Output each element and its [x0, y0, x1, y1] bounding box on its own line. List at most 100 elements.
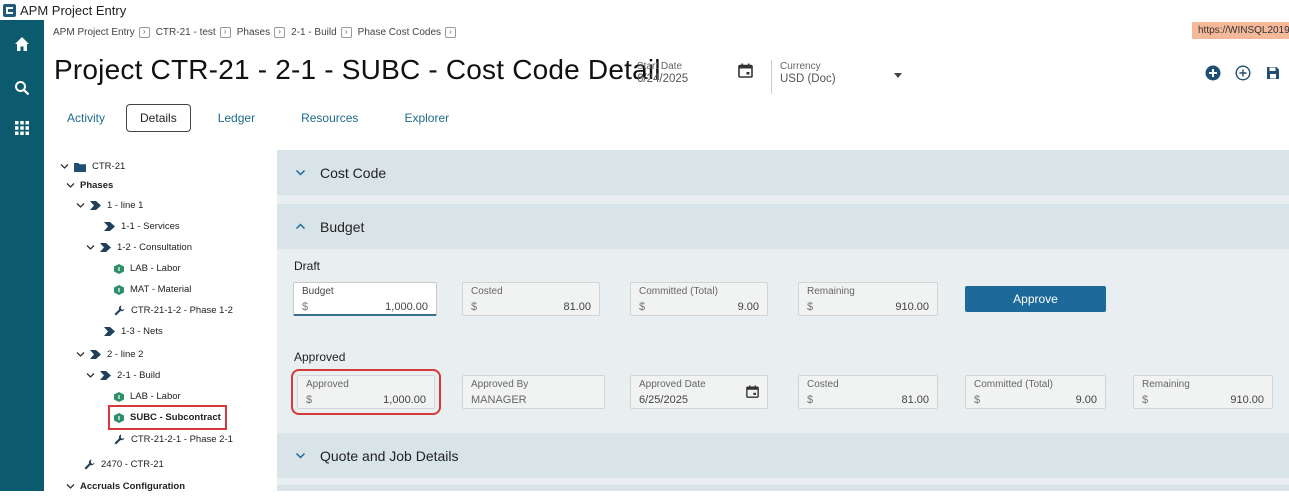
apps-grid-icon[interactable]	[0, 110, 44, 146]
tree-node-lab1[interactable]: LAB - Labor	[114, 258, 181, 279]
field-label: Costed	[471, 286, 503, 297]
home-icon[interactable]	[0, 26, 44, 62]
tree-node-subc-selected[interactable]: SUBC - Subcontract	[108, 405, 227, 430]
tree-node-line2[interactable]: 2 - line 2	[76, 344, 143, 365]
save-icon[interactable]	[1264, 64, 1282, 82]
tab-ledger[interactable]: Ledger	[211, 104, 262, 132]
tree-label: 1 - line 1	[107, 200, 144, 211]
approved-committed-field: Committed (Total) $9.00	[965, 375, 1106, 409]
tree-label: 2 - line 2	[107, 349, 144, 360]
chevron-down-icon[interactable]	[86, 243, 95, 252]
tree-node-nets[interactable]: 1-3 - Nets	[104, 321, 163, 342]
tree-label: CTR-21	[92, 161, 126, 172]
section-budget-header[interactable]: Budget	[277, 204, 1289, 249]
chevron-down-icon[interactable]	[60, 162, 69, 171]
tree-label: Phases	[80, 180, 114, 191]
add-filled-icon[interactable]	[1204, 64, 1222, 82]
chevron-down-icon[interactable]	[76, 201, 85, 210]
approve-button[interactable]: Approve	[965, 286, 1106, 312]
tree-node-accruals[interactable]: Accruals Configuration	[66, 476, 185, 497]
calendar-icon[interactable]	[746, 385, 759, 401]
chevron-down-icon[interactable]	[894, 73, 902, 78]
section-title: Budget	[320, 218, 365, 235]
tree-label: CTR-21-2-1 - Phase 2-1	[131, 434, 233, 445]
tree-label: 1-2 - Consultation	[117, 242, 192, 253]
window-title: APM Project Entry	[20, 2, 127, 18]
section-title: Quote and Job Details	[320, 447, 459, 464]
chevron-down-icon[interactable]	[66, 181, 75, 190]
chevron-right-icon[interactable]: ›	[274, 26, 286, 38]
draft-budget-field[interactable]: Budget $1,000.00	[293, 282, 437, 316]
tree-node-phase21[interactable]: CTR-21-2-1 - Phase 2-1	[114, 429, 233, 450]
section-cost-code-header[interactable]: Cost Code	[277, 150, 1289, 195]
app-logo-icon	[3, 3, 16, 17]
currency-symbol: $	[974, 394, 981, 406]
field-value: 1,000.00	[383, 394, 426, 406]
breadcrumb-item[interactable]: CTR-21 - test	[156, 27, 216, 38]
field-label: Approved	[306, 379, 349, 390]
chevron-down-icon[interactable]	[76, 350, 85, 359]
chevron-down-icon[interactable]	[295, 450, 306, 461]
tree-node-phases[interactable]: Phases	[66, 175, 113, 196]
cost-code-icon	[114, 284, 124, 295]
tree-node-services[interactable]: 1-1 - Services	[104, 216, 180, 237]
draft-committed-field: Committed (Total) $9.00	[630, 282, 768, 316]
chevron-right-icon[interactable]: ›	[138, 26, 150, 38]
tab-activity[interactable]: Activity	[60, 104, 112, 132]
field-value: 910.00	[1230, 394, 1264, 406]
tree-node-lab2[interactable]: LAB - Labor	[114, 386, 181, 407]
tree-node-phase12[interactable]: CTR-21-1-2 - Phase 1-2	[114, 300, 233, 321]
tree-node-build[interactable]: 2-1 - Build	[86, 365, 160, 386]
field-value: 81.00	[563, 301, 591, 313]
budget-section-body: Draft Budget $1,000.00 Costed $81.00 Com…	[277, 249, 1289, 426]
header-actions	[1204, 64, 1282, 82]
breadcrumb-item[interactable]: Phase Cost Codes	[358, 27, 441, 38]
breadcrumb-item[interactable]: APM Project Entry	[53, 27, 135, 38]
window-titlebar: APM Project Entry	[0, 0, 1289, 20]
page-title: Project CTR-21 - 2-1 - SUBC - Cost Code …	[54, 54, 661, 85]
chevron-down-icon[interactable]	[66, 482, 75, 491]
add-outline-icon[interactable]	[1234, 64, 1252, 82]
tree-label: LAB - Labor	[130, 391, 181, 402]
tree-node-root[interactable]: CTR-21	[60, 156, 125, 177]
chevron-right-icon[interactable]: ›	[219, 26, 231, 38]
tab-explorer[interactable]: Explorer	[397, 104, 456, 132]
field-value: 81.00	[901, 394, 929, 406]
tree-label: SUBC - Subcontract	[130, 412, 221, 423]
currency-symbol: $	[807, 301, 814, 313]
field-value: 1,000.00	[385, 301, 428, 313]
tree-node-mat[interactable]: MAT - Material	[114, 279, 191, 300]
calendar-icon[interactable]	[738, 63, 753, 83]
start-date-field[interactable]: Start Date 6/24/2025	[637, 61, 688, 85]
breadcrumb-item[interactable]: Phases	[237, 27, 270, 38]
approved-date-field: Approved Date 6/25/2025	[630, 375, 768, 409]
approved-remaining-field: Remaining $910.00	[1133, 375, 1273, 409]
cost-code-icon	[114, 412, 124, 423]
wrench-icon	[84, 459, 95, 470]
currency-symbol: $	[639, 301, 646, 313]
chevron-right-icon[interactable]: ›	[340, 26, 352, 38]
tab-resources[interactable]: Resources	[294, 104, 365, 132]
section-quote-header[interactable]: Quote and Job Details	[277, 433, 1289, 478]
chevron-right-icon[interactable]: ›	[445, 26, 457, 38]
field-value: 9.00	[737, 301, 759, 313]
currency-field[interactable]: Currency USD (Doc)	[780, 61, 836, 85]
chevron-down-icon[interactable]	[86, 371, 95, 380]
tree-label: Accruals Configuration	[80, 481, 186, 492]
tab-details[interactable]: Details	[126, 104, 191, 132]
header-divider	[771, 60, 772, 94]
chevron-down-icon[interactable]	[295, 167, 306, 178]
start-date-value: 6/24/2025	[637, 73, 689, 85]
phase-icon	[104, 222, 115, 231]
draft-label: Draft	[294, 259, 321, 273]
phase-icon	[90, 201, 101, 210]
breadcrumb-item[interactable]: 2-1 - Build	[291, 27, 337, 38]
next-section-edge	[277, 485, 1289, 491]
tree-label: 2-1 - Build	[117, 370, 161, 381]
tree-node-line1[interactable]: 1 - line 1	[76, 195, 143, 216]
chevron-up-icon[interactable]	[295, 221, 306, 232]
tree-node-2470[interactable]: 2470 - CTR-21	[84, 454, 164, 475]
search-icon[interactable]	[0, 70, 44, 106]
currency-symbol: $	[306, 394, 313, 406]
tree-node-consultation[interactable]: 1-2 - Consultation	[86, 237, 192, 258]
